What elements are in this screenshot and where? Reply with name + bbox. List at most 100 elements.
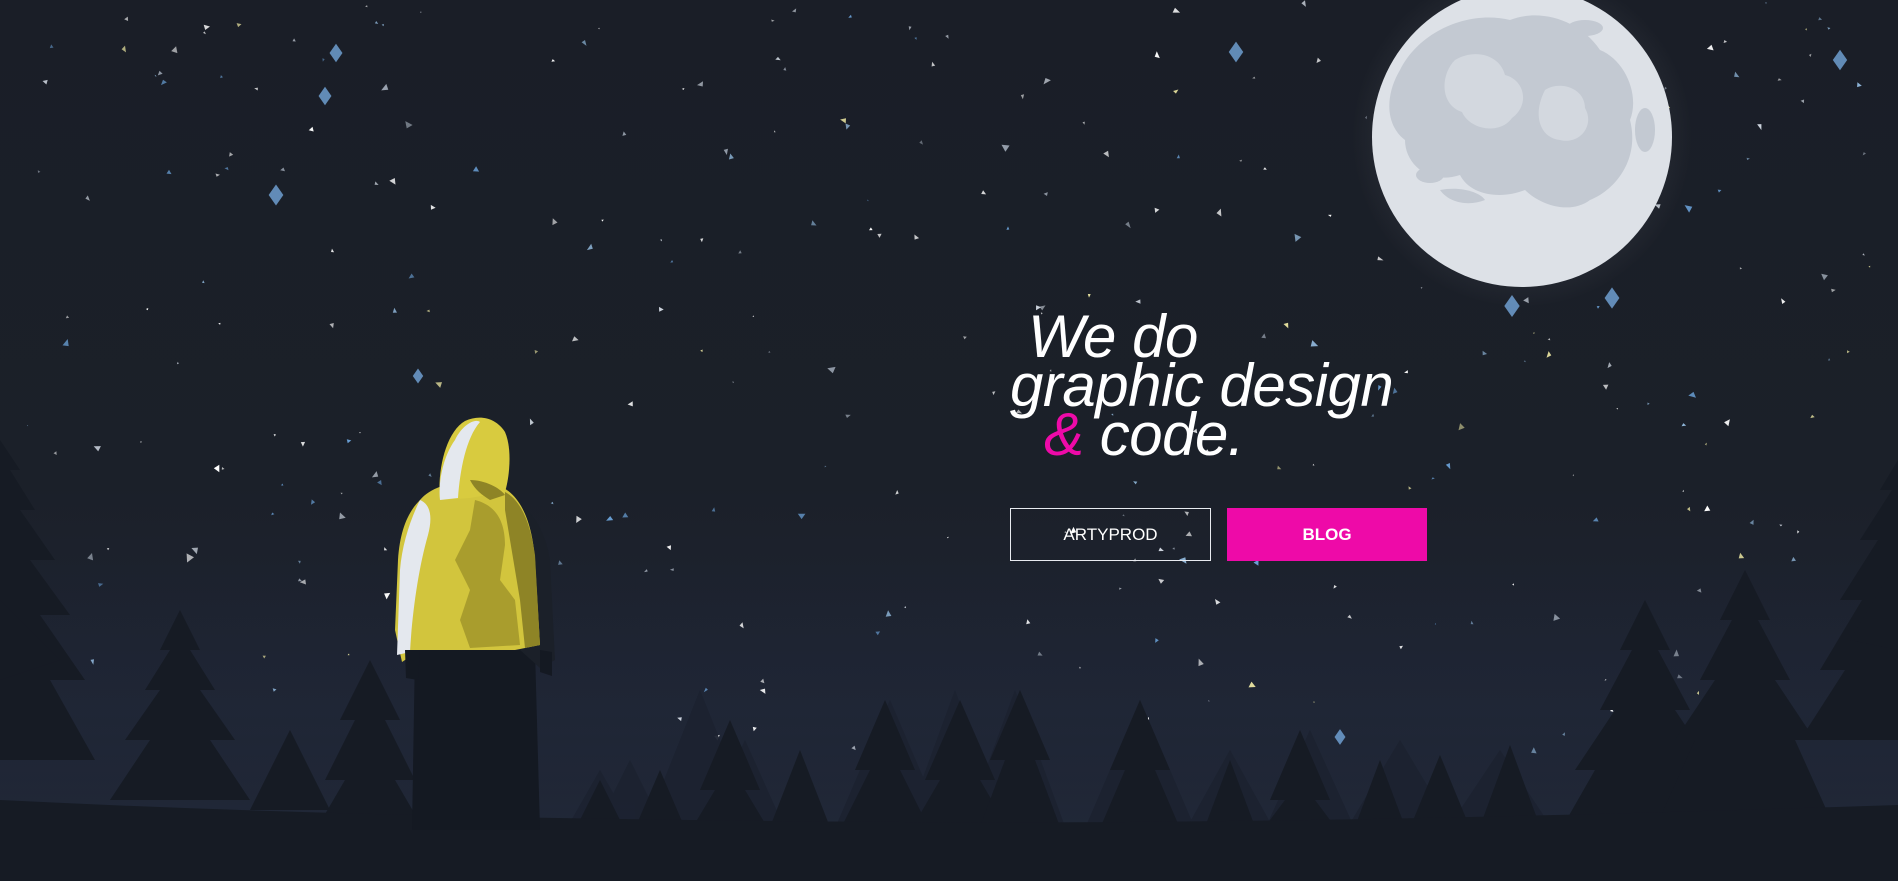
headline-code-text: code. xyxy=(1099,401,1245,468)
star-particle xyxy=(65,315,70,319)
star-particle xyxy=(1805,28,1808,31)
star-particle xyxy=(1704,442,1707,446)
star-particle xyxy=(1684,205,1693,213)
star-particle xyxy=(711,507,716,512)
star-particle xyxy=(550,501,554,505)
star-particle xyxy=(389,178,396,185)
star-particle xyxy=(723,148,728,155)
star-particle xyxy=(1602,384,1609,390)
star-particle xyxy=(1847,350,1850,354)
star-particle xyxy=(1828,358,1831,361)
star-particle xyxy=(224,167,229,171)
diamond-particle xyxy=(318,86,332,106)
star-particle xyxy=(1800,99,1805,104)
star-particle xyxy=(430,204,436,210)
star-particle xyxy=(700,238,704,243)
star-particle xyxy=(576,515,582,523)
star-particle xyxy=(895,490,899,495)
star-particle xyxy=(171,46,178,54)
star-particle xyxy=(1779,524,1783,527)
star-particle xyxy=(552,218,558,226)
star-particle xyxy=(867,199,869,202)
night-scene-illustration xyxy=(0,0,1898,881)
star-particle xyxy=(191,547,198,555)
star-particle xyxy=(322,58,325,62)
star-particle xyxy=(728,153,734,160)
star-particle xyxy=(1252,76,1256,79)
star-particle xyxy=(1704,505,1711,512)
star-particle xyxy=(280,167,285,172)
star-particle xyxy=(472,166,480,172)
star-particle xyxy=(308,126,314,132)
star-particle xyxy=(271,512,275,516)
star-particle xyxy=(1327,214,1332,217)
star-particle xyxy=(597,27,600,30)
star-particle xyxy=(606,516,614,521)
star-particle xyxy=(659,306,664,312)
star-particle xyxy=(203,31,206,35)
star-particle xyxy=(93,446,101,452)
star-particle xyxy=(869,227,873,231)
star-particle xyxy=(534,350,539,354)
star-particle xyxy=(1316,57,1321,63)
blog-button[interactable]: BLOG xyxy=(1227,508,1427,561)
star-particle xyxy=(1592,517,1599,522)
star-particle xyxy=(1781,298,1786,304)
star-particle xyxy=(627,401,633,407)
star-particle xyxy=(49,44,54,49)
star-particle xyxy=(1239,159,1243,162)
star-particle xyxy=(374,181,379,185)
headline-line-3: & code. xyxy=(1010,405,1470,465)
star-particle xyxy=(1082,121,1085,125)
star-particle xyxy=(581,40,587,46)
star-particle xyxy=(1827,27,1831,30)
star-particle xyxy=(346,439,352,444)
star-particle xyxy=(1408,486,1412,490)
star-particle xyxy=(824,465,827,468)
star-particle xyxy=(572,336,579,342)
star-particle xyxy=(768,351,771,353)
star-particle xyxy=(87,553,94,561)
star-particle xyxy=(106,548,110,551)
star-particle xyxy=(218,322,221,325)
artyprod-button[interactable]: ARTYPROD xyxy=(1010,508,1211,561)
star-particle xyxy=(1482,350,1488,356)
star-particle xyxy=(1301,0,1306,7)
star-particle xyxy=(236,23,242,28)
star-particle xyxy=(1717,189,1722,193)
diamond-particle xyxy=(412,368,424,384)
star-particle xyxy=(53,451,57,455)
star-particle xyxy=(919,140,923,145)
star-particle xyxy=(377,480,382,486)
star-particle xyxy=(1176,154,1180,159)
star-particle xyxy=(1133,481,1138,485)
diamond-particle xyxy=(268,184,284,206)
star-particle xyxy=(660,239,662,242)
star-particle xyxy=(215,173,220,177)
star-particle xyxy=(1103,150,1109,158)
star-particle xyxy=(292,38,296,42)
diamond-particle xyxy=(329,43,343,63)
star-particle xyxy=(914,37,917,40)
star-particle xyxy=(1765,2,1767,5)
star-particle xyxy=(1682,489,1684,492)
star-particle xyxy=(1818,17,1823,21)
star-particle xyxy=(365,5,368,8)
star-particle xyxy=(1616,408,1619,410)
hero-section: We do graphic design & code. ARTYPROD BL… xyxy=(1010,307,1470,561)
diamond-particle xyxy=(1228,41,1244,63)
star-particle xyxy=(845,123,851,130)
star-particle xyxy=(1006,226,1010,230)
star-particle xyxy=(85,195,90,201)
star-particle xyxy=(551,59,556,62)
star-particle xyxy=(681,88,685,90)
star-particle xyxy=(428,473,432,477)
star-particle xyxy=(408,273,415,279)
star-particle xyxy=(311,499,316,505)
star-particle xyxy=(1172,7,1181,13)
star-particle xyxy=(1831,288,1836,293)
star-particle xyxy=(166,169,172,175)
star-particle xyxy=(1862,253,1865,256)
star-particle xyxy=(1312,463,1315,466)
star-particle xyxy=(426,309,430,313)
